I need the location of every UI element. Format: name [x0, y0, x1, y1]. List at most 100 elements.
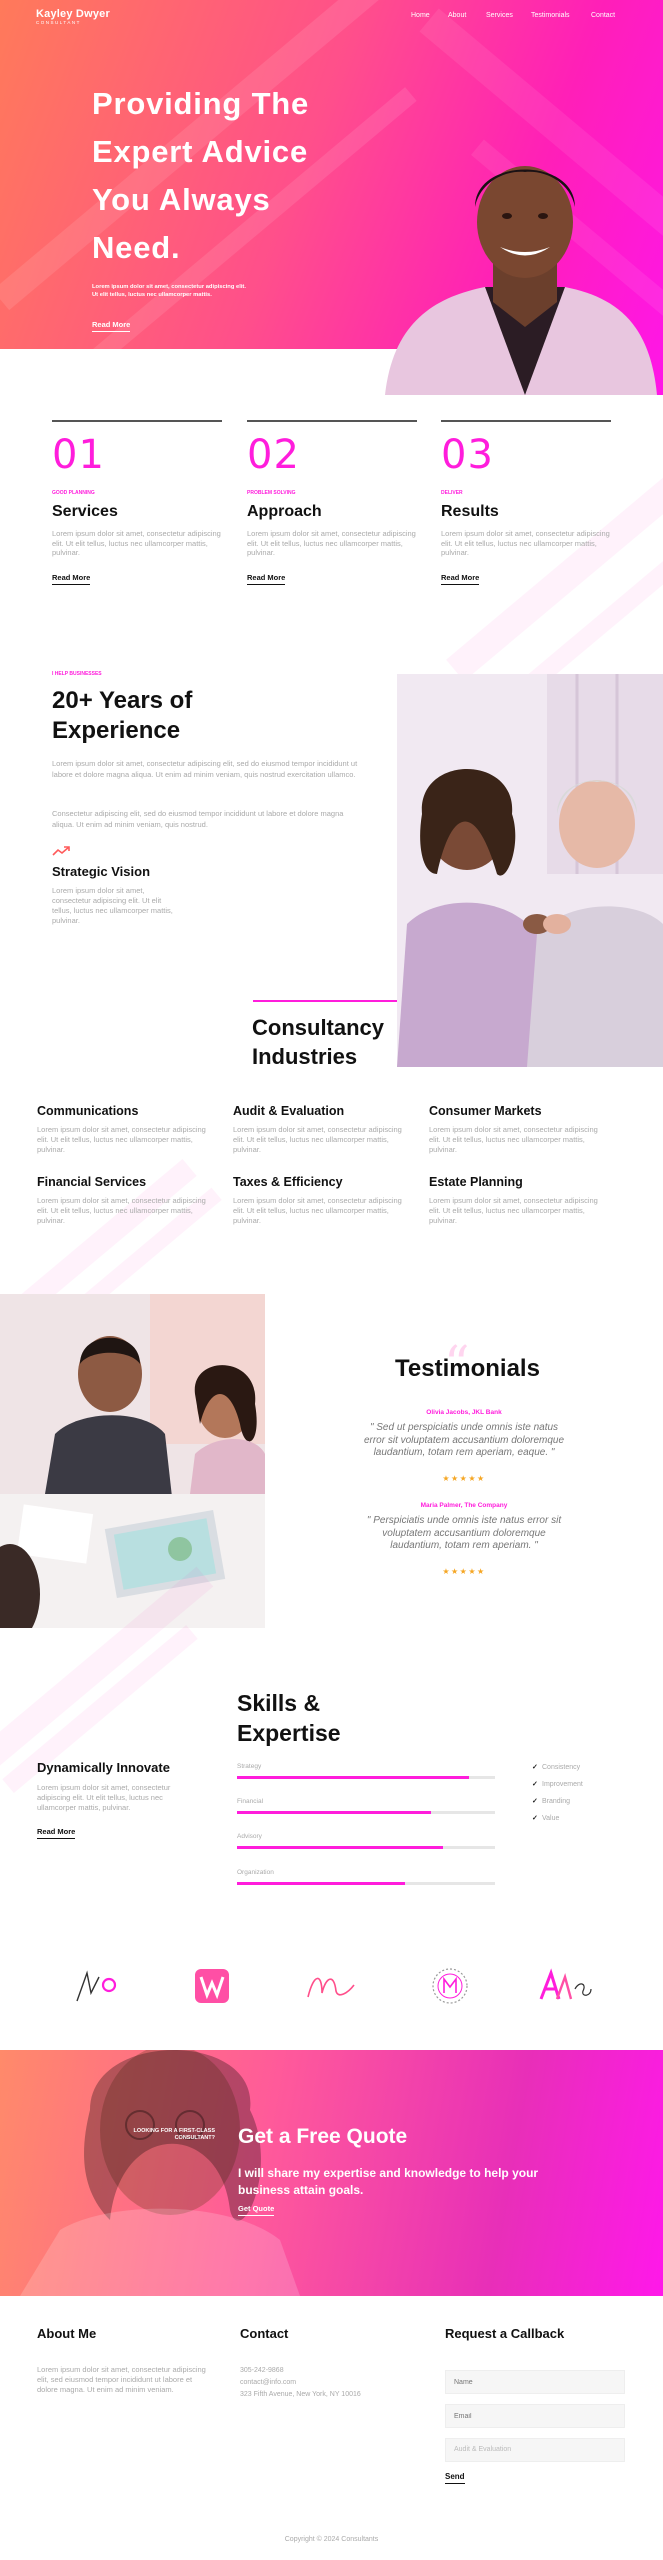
industry-title: Communications: [37, 1104, 139, 1118]
client-logo-5: [539, 1968, 592, 2000]
quote-tag: LOOKING FOR A FIRST-CLASS CONSULTANT?: [133, 2128, 215, 2141]
trend-up-icon: [52, 846, 70, 856]
industry-description: Lorem ipsum dolor sit amet, consectetur …: [233, 1125, 402, 1154]
skill-bar-fill: [237, 1776, 470, 1779]
skill-bar-track: [237, 1846, 495, 1849]
skill-label: Organization: [237, 1869, 274, 1876]
hero-read-more-link[interactable]: Read More: [92, 320, 131, 332]
skills-title: Skills & Expertise: [237, 1690, 341, 1746]
vision-title: Strategic Vision: [52, 864, 151, 879]
checklist-item: ✓ Consistency: [532, 1763, 580, 1771]
nav-contact[interactable]: Contact: [591, 12, 615, 19]
client-logo-1: [76, 1970, 117, 2002]
skills-intro-description: Lorem ipsum dolor sit amet, consectetur …: [37, 1783, 171, 1812]
industry-description: Lorem ipsum dolor sit amet, consectetur …: [37, 1196, 206, 1225]
service-description: Lorem ipsum dolor sit amet, consectetur …: [247, 529, 416, 557]
checklist-item: ✓ Branding: [532, 1797, 570, 1805]
service-tag: PROBLEM SOLVING: [247, 490, 296, 496]
logo-name[interactable]: Kayley Dwyer: [36, 8, 110, 20]
service-title: Services: [52, 503, 118, 520]
consultant-portrait: [385, 166, 657, 395]
hero-title: Providing The Expert Advice You Always N…: [92, 86, 310, 265]
check-icon: ✓: [532, 1781, 538, 1788]
nav-about[interactable]: About: [448, 12, 466, 19]
about-title: 20+ Years of Experience: [52, 687, 193, 744]
email-field[interactable]: [445, 2404, 625, 2428]
quote-description: I will share my expertise and knowledge …: [238, 2166, 539, 2197]
checklist-label: Improvement: [542, 1781, 583, 1788]
star-rating: ★★★★★: [442, 1474, 486, 1483]
hero-bottom-divider: [0, 349, 405, 395]
industries-title: Consultancy Industries: [252, 1015, 385, 1069]
industries-accent-line: [253, 1000, 397, 1002]
footer-contact-title: Contact: [240, 2326, 289, 2341]
service-tag: DELIVER: [441, 490, 463, 496]
callback-title: Request a Callback: [445, 2326, 565, 2341]
check-icon: ✓: [532, 1764, 538, 1771]
skill-bar-fill: [237, 1882, 405, 1885]
send-button[interactable]: Send: [445, 2472, 465, 2484]
service-number: 03: [441, 432, 494, 478]
testimonial-author: Maria Palmer, The Company: [420, 1502, 508, 1509]
name-field[interactable]: [445, 2370, 625, 2394]
hero-description: Lorem ipsum dolor sit amet, consectetur …: [92, 284, 246, 298]
nav-services[interactable]: Services: [486, 12, 513, 19]
skill-label: Advisory: [237, 1833, 262, 1840]
checklist-label: Value: [542, 1815, 560, 1822]
testimonial-text: " Perspiciatis unde omnis iste natus err…: [366, 1515, 562, 1551]
industry-title: Estate Planning: [429, 1175, 523, 1189]
footer-about-text: Lorem ipsum dolor sit amet, consectetur …: [37, 2365, 206, 2394]
service-read-more-link[interactable]: Read More: [52, 573, 91, 585]
skill-bar-fill: [237, 1811, 431, 1814]
checklist-item: ✓ Value: [532, 1814, 559, 1822]
contact-phone[interactable]: 305-242-9868: [240, 2367, 284, 2374]
industry-description: Lorem ipsum dolor sit amet, consectetur …: [233, 1196, 402, 1225]
industry-title: Taxes & Efficiency: [233, 1175, 343, 1189]
checklist-label: Branding: [542, 1798, 571, 1805]
skill-bar-fill: [237, 1846, 444, 1849]
industry-description: Lorem ipsum dolor sit amet, consectetur …: [429, 1196, 598, 1225]
checklist-item: ✓ Improvement: [532, 1780, 583, 1788]
team-meeting-photo: [397, 674, 663, 1067]
quote-title: Get a Free Quote: [238, 2125, 408, 2148]
star-rating: ★★★★★: [442, 1567, 486, 1576]
contact-email[interactable]: contact@info.com: [240, 2379, 296, 2386]
service-number: 01: [52, 432, 105, 478]
testimonials-title: Testimonials: [395, 1355, 540, 1382]
skill-label: Strategy: [237, 1763, 262, 1770]
service-divider: [52, 420, 222, 422]
get-quote-link[interactable]: Get Quote: [238, 2204, 275, 2216]
about-paragraph: Lorem ipsum dolor sit amet, consectetur …: [52, 759, 358, 779]
service-title: Approach: [247, 503, 322, 520]
footer-about-title: About Me: [37, 2326, 97, 2341]
service-number: 02: [247, 432, 300, 478]
service-read-more-link[interactable]: Read More: [247, 573, 286, 585]
testimonial-text: " Sed ut perspiciatis unde omnis iste na…: [363, 1422, 565, 1458]
vision-description: Lorem ipsum dolor sit amet, consectetur …: [52, 886, 173, 925]
service-title: Results: [441, 503, 499, 520]
nav-home[interactable]: Home: [411, 12, 430, 19]
logo-subtitle: CONSULTANT: [36, 20, 81, 25]
industry-description: Lorem ipsum dolor sit amet, consectetur …: [37, 1125, 206, 1154]
clients-meeting-photo: [0, 1294, 265, 1628]
service-divider: [247, 420, 417, 422]
industry-title: Financial Services: [37, 1175, 147, 1189]
skill-bar-track: [237, 1882, 495, 1885]
client-logo-4: [432, 1968, 468, 2004]
about-tag: I HELP BUSINESSES: [52, 671, 102, 677]
service-tag: GOOD PLANNING: [52, 490, 95, 496]
industry-title: Consumer Markets: [429, 1104, 542, 1118]
skills-intro-title: Dynamically Innovate: [37, 1760, 170, 1775]
skill-bar-track: [237, 1811, 495, 1814]
service-read-more-link[interactable]: Read More: [441, 573, 480, 585]
service-description: Lorem ipsum dolor sit amet, consectetur …: [441, 529, 610, 557]
client-logo-2: [195, 1969, 229, 2003]
testimonial-author: Olivia Jacobs, JKL Bank: [426, 1409, 502, 1416]
industry-description: Lorem ipsum dolor sit amet, consectetur …: [429, 1125, 598, 1154]
nav-testimonials[interactable]: Testimonials: [531, 12, 570, 19]
service-select[interactable]: Audit & Evaluation: [445, 2438, 625, 2462]
skills-read-more-link[interactable]: Read More: [37, 1827, 76, 1839]
service-divider: [441, 420, 611, 422]
copyright-text: Copyright © 2024 Consultants: [284, 2536, 379, 2543]
skill-label: Financial: [237, 1798, 264, 1805]
